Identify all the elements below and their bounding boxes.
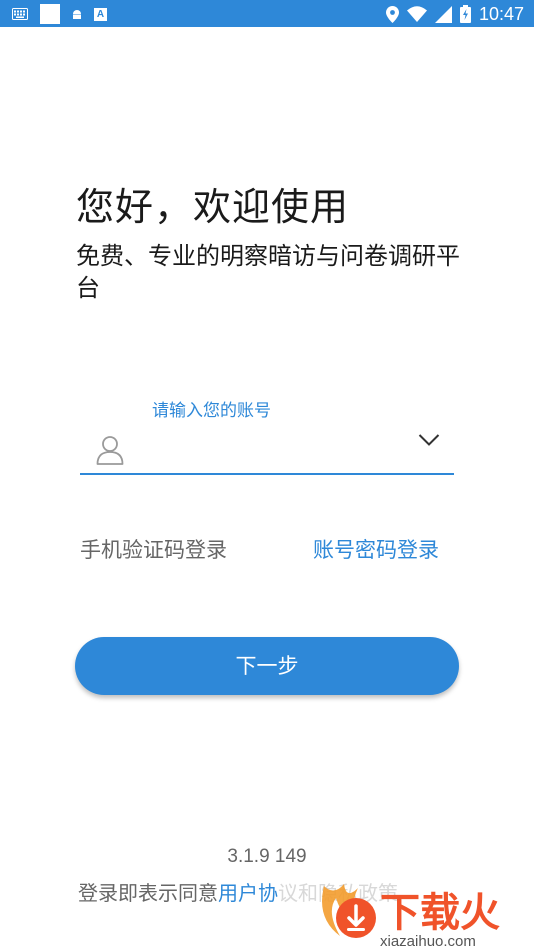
watermark-url: xiazaihuo.com xyxy=(380,933,476,950)
signal-icon xyxy=(434,5,452,23)
sms-login-link[interactable]: 手机验证码登录 xyxy=(80,536,240,564)
subtitle: 免费、专业的明察暗访与问卷调研平台 xyxy=(76,242,460,302)
watermark-text: 下载火 xyxy=(380,890,500,936)
android-icon xyxy=(73,9,81,19)
account-field-label: 请输入您的账号 xyxy=(152,401,271,421)
watermark-logo: 下载火 xiazaihuo.com xyxy=(322,884,500,950)
wifi-icon xyxy=(406,6,427,22)
user-agreement-link[interactable]: 用户协 xyxy=(218,881,278,905)
notification-icons: A xyxy=(12,4,107,24)
status-bar: A 10:47 xyxy=(0,0,534,27)
chevron-down-icon[interactable] xyxy=(418,433,440,447)
a-icon: A xyxy=(94,7,107,21)
user-icon xyxy=(96,436,124,465)
agreement-prefix: 登录即表示同意 xyxy=(78,881,218,905)
password-login-link[interactable]: 账号密码登录 xyxy=(313,536,439,564)
account-input[interactable] xyxy=(138,433,398,465)
square-icon xyxy=(40,4,60,24)
battery-icon xyxy=(459,5,471,23)
status-time: 10:47 xyxy=(478,3,524,24)
system-icons: 10:47 xyxy=(385,3,524,25)
location-icon xyxy=(385,5,399,23)
account-field[interactable] xyxy=(80,425,454,475)
next-button[interactable]: 下一步 xyxy=(75,637,459,695)
greeting-title: 您好，欢迎使用 xyxy=(76,185,350,229)
keyboard-icon xyxy=(12,8,28,20)
version-text: 3.1.9 149 xyxy=(227,846,307,867)
